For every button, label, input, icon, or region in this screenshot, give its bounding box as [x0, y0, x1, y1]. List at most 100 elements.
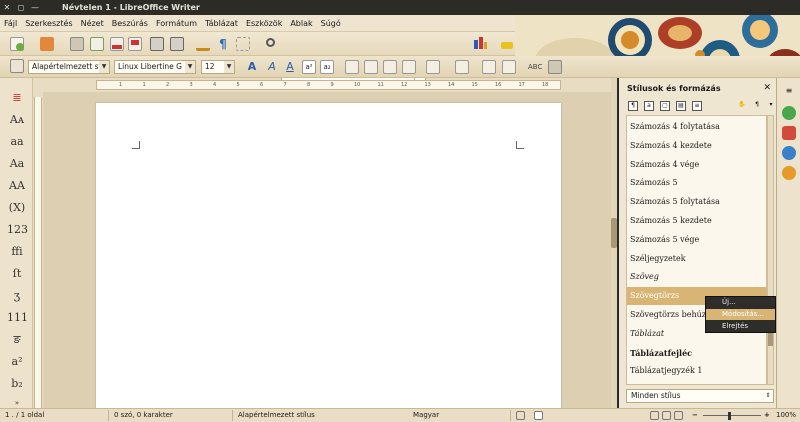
glyph-button-6[interactable]: 123 — [7, 220, 28, 239]
close-window-icon[interactable]: ✕ — [0, 3, 14, 12]
menu-insert[interactable]: Beszúrás — [112, 19, 148, 28]
style-list-item[interactable]: Széljegyzetek — [627, 250, 766, 268]
zoom-slider[interactable] — [703, 415, 761, 416]
glyph-button-13[interactable]: b₂ — [7, 374, 27, 393]
new-style-icon[interactable]: ¶ — [752, 101, 762, 111]
status-zoom[interactable]: 100% — [776, 411, 796, 419]
status-page[interactable]: 1 . / 1 oldal — [5, 411, 44, 419]
insert-mode-icon[interactable] — [516, 411, 525, 420]
formatting-marks-icon[interactable]: ¶ — [216, 37, 230, 51]
glyph-button-1[interactable]: Aᴀ — [7, 110, 27, 129]
gallery-deck-icon[interactable] — [782, 146, 796, 160]
status-word-count[interactable]: 0 szó, 0 karakter — [114, 411, 173, 419]
glyph-button-10[interactable]: 111 — [7, 308, 28, 327]
font-name-dropdown-icon[interactable]: ▼ — [185, 61, 195, 73]
style-list-item[interactable]: Számozás 4 vége — [627, 156, 766, 174]
new-document-icon[interactable] — [10, 37, 24, 51]
print-icon[interactable] — [150, 37, 164, 51]
zoom-in-icon[interactable]: + — [764, 411, 770, 419]
glyph-button-2[interactable]: aa — [7, 132, 27, 151]
save-icon[interactable] — [70, 37, 84, 51]
document-modified-icon[interactable] — [534, 411, 543, 420]
print-direct-icon[interactable] — [170, 37, 184, 51]
autocorrect-icon[interactable]: ABC — [528, 60, 542, 74]
menu-format[interactable]: Formátum — [156, 19, 197, 28]
open-folder-icon[interactable] — [40, 37, 54, 51]
increase-indent-icon[interactable] — [502, 60, 516, 74]
style-list-item[interactable]: Szöveg — [627, 268, 766, 286]
numbered-list-icon[interactable] — [455, 60, 469, 74]
paragraph-style-combo[interactable]: Alapértelmezett stí ▼ — [28, 60, 110, 74]
toolbar-grip-icon[interactable]: ≣ — [7, 88, 27, 107]
context-menu-item[interactable]: Módosítás... — [706, 309, 775, 320]
grid-icon[interactable] — [236, 37, 250, 51]
single-page-view-icon[interactable] — [650, 411, 659, 420]
style-actions-dropdown-icon[interactable]: ▾ — [766, 101, 776, 111]
page-styles-icon[interactable]: ▤ — [676, 101, 686, 111]
glyph-button-3[interactable]: Aa — [7, 154, 27, 173]
zoom-slider-thumb[interactable] — [728, 412, 731, 420]
styles-deck-icon[interactable] — [782, 126, 796, 140]
glyph-button-12[interactable]: a² — [7, 352, 27, 371]
glyph-button-9[interactable]: ʒ — [7, 286, 27, 305]
style-list-item[interactable]: Táblázatjegyzék 1 — [627, 362, 766, 380]
glyph-button-5[interactable]: (X) — [7, 198, 27, 217]
font-size-dropdown-icon[interactable]: ▼ — [224, 61, 234, 73]
align-left-icon[interactable] — [345, 60, 359, 74]
superscript-icon[interactable]: a² — [302, 60, 316, 74]
character-styles-icon[interactable]: a — [644, 101, 654, 111]
style-list-item[interactable]: Számozás 4 kezdete — [627, 137, 766, 155]
list-styles-icon[interactable]: ≡ — [692, 101, 702, 111]
glyph-button-11[interactable]: ङ — [7, 330, 27, 349]
document-page[interactable] — [96, 103, 561, 408]
justify-icon[interactable] — [402, 60, 416, 74]
subscript-icon[interactable]: a₂ — [320, 60, 334, 74]
bold-icon[interactable]: A — [245, 60, 259, 74]
sidebar-menu-icon[interactable]: ≡ — [782, 86, 796, 100]
frame-styles-icon[interactable]: ▢ — [660, 101, 670, 111]
bullet-list-icon[interactable] — [426, 60, 440, 74]
menu-edit[interactable]: Szerkesztés — [25, 19, 72, 28]
navigator-deck-icon[interactable] — [782, 166, 796, 180]
email-icon[interactable] — [90, 37, 104, 51]
paragraph-styles-icon[interactable]: ¶ — [628, 101, 638, 111]
paragraph-style-dropdown-icon[interactable]: ▼ — [99, 61, 109, 73]
style-list-item[interactable]: Számozás 5 folytatása — [627, 193, 766, 211]
edit-file-icon[interactable] — [110, 37, 124, 51]
style-list[interactable]: Számozás 4 folytatása Számozás 4 kezdete S… — [626, 115, 767, 385]
underline-icon[interactable]: A — [283, 60, 297, 74]
menu-window[interactable]: Ablak — [290, 19, 312, 28]
style-list-item[interactable]: Számozás 5 vége — [627, 231, 766, 249]
status-language[interactable]: Magyar — [413, 411, 439, 419]
style-filter-select[interactable]: Minden stílus ⇕ — [626, 389, 774, 403]
zoom-out-icon[interactable]: − — [692, 411, 698, 419]
italic-icon[interactable]: A — [265, 60, 279, 74]
status-page-style[interactable]: Alapértelmezett stílus — [238, 411, 315, 419]
context-menu-item[interactable]: Új... — [706, 297, 775, 308]
font-size-combo[interactable]: 12 ▼ — [201, 60, 235, 74]
styles-icon[interactable] — [10, 59, 24, 73]
context-menu-item[interactable]: Elrejtés — [706, 321, 775, 332]
glyph-button-4[interactable]: AA — [7, 176, 27, 195]
style-list-item[interactable]: Számozás 5 — [627, 174, 766, 192]
fill-format-icon[interactable]: ✋ — [737, 101, 747, 111]
panel-close-icon[interactable]: ✕ — [763, 83, 771, 93]
align-right-icon[interactable] — [383, 60, 397, 74]
book-view-icon[interactable] — [674, 411, 683, 420]
style-list-scrollbar[interactable] — [767, 115, 774, 385]
insert-chart-icon[interactable] — [473, 36, 487, 50]
style-list-item[interactable]: Számozás 4 folytatása — [627, 118, 766, 136]
menu-help[interactable]: Súgó — [321, 19, 341, 28]
minimize-window-icon[interactable]: — — [28, 3, 42, 12]
horizontal-ruler[interactable]: 1 1 2 3 4 5 6 7 8 9 10 11 12 13 14 15 16 17 18 — [96, 80, 561, 90]
multi-page-view-icon[interactable] — [662, 411, 671, 420]
menu-table[interactable]: Táblázat — [205, 19, 238, 28]
menu-tools[interactable]: Eszközök — [246, 19, 282, 28]
style-list-item[interactable]: Számozás 5 kezdete — [627, 212, 766, 230]
menu-view[interactable]: Nézet — [81, 19, 104, 28]
decrease-indent-icon[interactable] — [482, 60, 496, 74]
paint-icon[interactable] — [500, 36, 514, 50]
spellcheck-icon[interactable] — [196, 37, 210, 51]
style-filter-dropdown-icon[interactable]: ⇕ — [763, 390, 773, 402]
font-name-combo[interactable]: Linux Libertine G ▼ — [114, 60, 196, 74]
